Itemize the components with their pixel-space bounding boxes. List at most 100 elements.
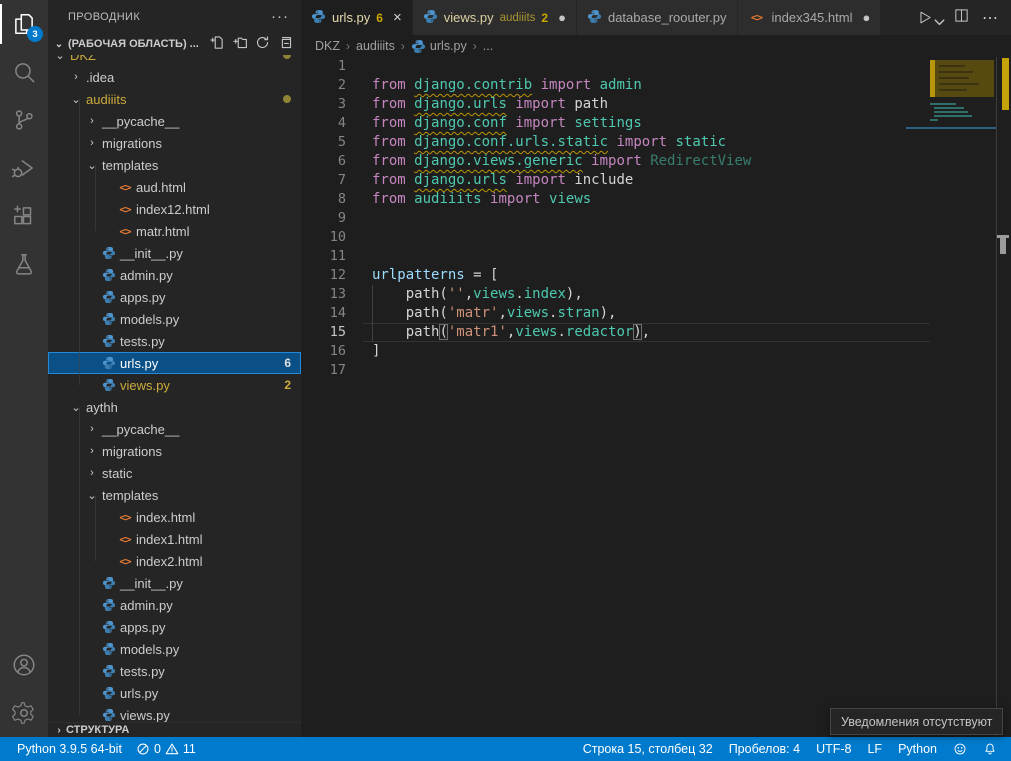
overview-ruler[interactable] [996, 57, 1011, 737]
tree-item-index-html[interactable]: <>index.html [48, 506, 301, 528]
tree-item--idea[interactable]: ›.idea [48, 66, 301, 88]
tree-item-urls-py[interactable]: urls.py [48, 682, 301, 704]
tree-item-views-py[interactable]: views.py [48, 704, 301, 722]
accounts-icon[interactable] [0, 641, 48, 689]
tree-item-index2-html[interactable]: <>index2.html [48, 550, 301, 572]
tab-label: database_roouter.py [608, 10, 727, 25]
chevron-down-icon: ⌄ [68, 93, 84, 106]
code-line-12[interactable]: 12urlpatterns = [ [301, 266, 1011, 285]
code-line-9[interactable]: 9 [301, 209, 1011, 228]
code-line-3[interactable]: 3from django.urls import path [301, 95, 1011, 114]
tab-label: index345.html [772, 10, 853, 25]
tab-description: audiiits [500, 12, 536, 24]
tree-item-urls-py[interactable]: urls.py6 [48, 352, 301, 374]
python-file-icon [100, 620, 118, 634]
tree-item-migrations[interactable]: ›migrations [48, 440, 301, 462]
new-folder-icon[interactable] [232, 35, 247, 53]
tree-item-DKZ[interactable]: ⌄DKZ [48, 55, 301, 66]
tree-item-label: views.py [120, 708, 170, 723]
collapse-all-icon[interactable] [278, 35, 293, 53]
modified-dot-icon[interactable]: ● [558, 10, 566, 25]
extensions-icon[interactable] [0, 192, 48, 240]
outline-section-header[interactable]: › СТРУКТУРА [48, 722, 301, 737]
code-line-8[interactable]: 8from audiiits import views [301, 190, 1011, 209]
testing-icon[interactable] [0, 240, 48, 288]
code-line-14[interactable]: 14 path('matr',views.stran), [301, 304, 1011, 323]
modified-dot-icon[interactable]: ● [862, 10, 870, 25]
status-problems[interactable]: 011 [136, 742, 196, 756]
status-encoding[interactable]: UTF-8 [816, 742, 851, 756]
status-indentation[interactable]: Пробелов: 4 [729, 742, 800, 756]
code-editor[interactable]: 12from django.contrib import admin3from … [301, 57, 1011, 737]
tree-item--init-py[interactable]: __init__.py [48, 572, 301, 594]
split-editor-icon[interactable] [953, 7, 970, 29]
tree-item-apps-py[interactable]: apps.py [48, 616, 301, 638]
source-control-icon[interactable] [0, 96, 48, 144]
tab-problems-badge: 6 [376, 11, 383, 25]
minimap[interactable] [930, 57, 996, 657]
workspace-section-header[interactable]: ⌄ (РАБОЧАЯ ОБЛАСТЬ) ... [48, 33, 301, 55]
code-line-1[interactable]: 1 [301, 57, 1011, 76]
code-line-11[interactable]: 11 [301, 247, 1011, 266]
line-number: 17 [301, 361, 346, 380]
tree-item-admin-py[interactable]: admin.py [48, 594, 301, 616]
tab-views-py[interactable]: views.pyaudiiits2● [413, 0, 577, 35]
tree-item-views-py[interactable]: views.py2 [48, 374, 301, 396]
code-line-13[interactable]: 13 path('',views.index), [301, 285, 1011, 304]
tree-item-aythh[interactable]: ⌄aythh [48, 396, 301, 418]
tree-item--init-py[interactable]: __init__.py [48, 242, 301, 264]
tree-item-tests-py[interactable]: tests.py [48, 330, 301, 352]
tree-item-index1-html[interactable]: <>index1.html [48, 528, 301, 550]
code-line-16[interactable]: 16] [301, 342, 1011, 361]
tree-item-audiiits[interactable]: ⌄audiiits [48, 88, 301, 110]
tree-item-aud-html[interactable]: <>aud.html [48, 176, 301, 198]
tree-item--pycache-[interactable]: ›__pycache__ [48, 418, 301, 440]
code-line-10[interactable]: 10 [301, 228, 1011, 247]
tab-index345-html[interactable]: <>index345.html● [738, 0, 882, 35]
status-notifications[interactable] [983, 742, 997, 756]
code-line-2[interactable]: 2from django.contrib import admin [301, 76, 1011, 95]
breadcrumb-item[interactable]: urls.py [430, 39, 467, 53]
code-line-4[interactable]: 4from django.conf import settings [301, 114, 1011, 133]
explorer-icon[interactable]: 3 [0, 0, 48, 48]
status-language-mode[interactable]: Python [898, 742, 937, 756]
run-and-debug-icon[interactable] [0, 144, 48, 192]
status-python-interpreter[interactable]: Python 3.9.5 64-bit [17, 742, 122, 756]
code-line-15[interactable]: 15 path('matr1',views.redactor), [301, 323, 1011, 342]
code-line-7[interactable]: 7from django.urls import include [301, 171, 1011, 190]
status-eol[interactable]: LF [867, 742, 882, 756]
tree-item-matr-html[interactable]: <>matr.html [48, 220, 301, 242]
search-icon[interactable] [0, 48, 48, 96]
status-feedback[interactable] [953, 742, 967, 756]
tree-item-models-py[interactable]: models.py [48, 308, 301, 330]
manage-icon[interactable] [0, 689, 48, 737]
tree-item-templates[interactable]: ⌄templates [48, 484, 301, 506]
tree-item-templates[interactable]: ⌄templates [48, 154, 301, 176]
refresh-icon[interactable] [255, 35, 270, 53]
tree-item-models-py[interactable]: models.py [48, 638, 301, 660]
new-file-icon[interactable] [209, 35, 224, 53]
code-line-5[interactable]: 5from django.conf.urls.static import sta… [301, 133, 1011, 152]
tree-item-apps-py[interactable]: apps.py [48, 286, 301, 308]
tab-urls-py[interactable]: urls.py6× [301, 0, 413, 35]
tree-item-index12-html[interactable]: <>index12.html [48, 198, 301, 220]
run-python-file-icon[interactable] [916, 9, 941, 26]
python-file-icon [587, 9, 602, 27]
tree-item-admin-py[interactable]: admin.py [48, 264, 301, 286]
tree-item-tests-py[interactable]: tests.py [48, 660, 301, 682]
tree-item-static[interactable]: ›static [48, 462, 301, 484]
code-line-6[interactable]: 6from django.views.generic import Redire… [301, 152, 1011, 171]
tab-database-roouter-py[interactable]: database_roouter.py [577, 0, 738, 35]
tree-item--pycache-[interactable]: ›__pycache__ [48, 110, 301, 132]
explorer-more-actions-icon[interactable]: ··· [271, 8, 289, 25]
tab-label: views.py [444, 10, 494, 25]
tab-bar: urls.py6×views.pyaudiiits2●database_roou… [301, 0, 1011, 35]
status-cursor-position[interactable]: Строка 15, столбец 32 [583, 742, 713, 756]
more-actions-icon[interactable]: ⋯ [982, 8, 999, 28]
breadcrumb-item[interactable]: ... [483, 39, 493, 53]
tree-item-migrations[interactable]: ›migrations [48, 132, 301, 154]
code-line-17[interactable]: 17 [301, 361, 1011, 380]
breadcrumb-item[interactable]: audiiits [356, 39, 395, 53]
close-icon[interactable]: × [393, 9, 402, 26]
breadcrumb-item[interactable]: DKZ [315, 39, 340, 53]
